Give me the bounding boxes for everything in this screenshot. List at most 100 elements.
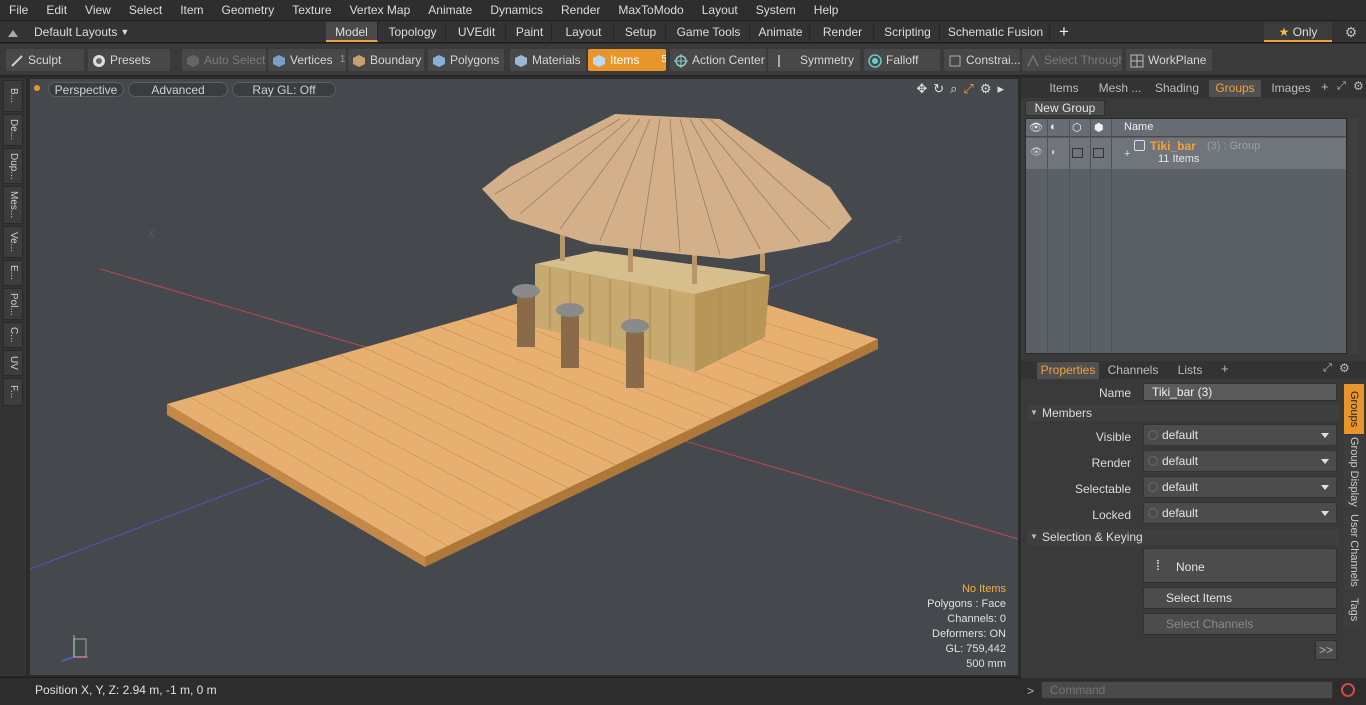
visible-dropdown[interactable]: default bbox=[1143, 424, 1337, 446]
workplane-button[interactable]: WorkPlane bbox=[1126, 49, 1212, 71]
tab-paint[interactable]: Paint bbox=[508, 22, 552, 42]
constraints-button[interactable]: Constrai... bbox=[944, 49, 1020, 71]
rotate-view-icon[interactable]: ↻ bbox=[933, 81, 944, 97]
tab-topology[interactable]: Topology bbox=[380, 22, 446, 42]
tab-model[interactable]: Model bbox=[326, 22, 378, 42]
select-items-button[interactable]: Select Items bbox=[1143, 587, 1337, 609]
eye-icon[interactable]: 👁 bbox=[1029, 121, 1043, 134]
add-lower-tab-button[interactable]: + bbox=[1221, 361, 1229, 376]
menu-help[interactable]: Help bbox=[805, 0, 848, 21]
symmetry-button[interactable]: Symmetry bbox=[768, 49, 860, 71]
menu-geometry[interactable]: Geometry bbox=[213, 0, 284, 21]
perspective-view-button[interactable]: Perspective bbox=[48, 82, 124, 97]
tab-layout[interactable]: Layout bbox=[554, 22, 614, 42]
left-tab-duplicate[interactable]: Dup... bbox=[3, 148, 23, 184]
viewport-gear-icon[interactable]: ⚙ bbox=[980, 81, 992, 97]
menu-dynamics[interactable]: Dynamics bbox=[481, 0, 552, 21]
tab-animate[interactable]: Animate bbox=[752, 22, 810, 42]
select-channels-button[interactable]: Select Channels bbox=[1143, 613, 1337, 635]
viewport-more-icon[interactable]: ▸ bbox=[997, 81, 1004, 97]
falloff-button[interactable]: Falloff bbox=[864, 49, 940, 71]
side-tab-group-display[interactable]: Group Display bbox=[1344, 436, 1364, 508]
menu-layout[interactable]: Layout bbox=[693, 0, 747, 21]
expand-lower-panel-icon[interactable]: ⤢ bbox=[1323, 362, 1332, 375]
3d-viewport[interactable]: X Z Perspective Advanced Ray GL: Off ✥ ↻… bbox=[30, 79, 1018, 675]
tab-groups[interactable]: Groups bbox=[1209, 80, 1261, 97]
row-render-icon[interactable]: ◐ bbox=[1051, 147, 1057, 158]
add-panel-tab-button[interactable]: + bbox=[1321, 79, 1329, 94]
menu-maxtomodo[interactable]: MaxToModo bbox=[609, 0, 692, 21]
render-icon[interactable]: ◐ bbox=[1050, 121, 1057, 133]
items-button[interactable]: Items 5 bbox=[588, 49, 666, 71]
name-field[interactable]: Tiki_bar (3) bbox=[1143, 383, 1337, 401]
tab-game-tools[interactable]: Game Tools bbox=[668, 22, 750, 42]
none-button[interactable]: ⁞ None bbox=[1143, 548, 1337, 583]
viewport-options-icon[interactable] bbox=[34, 85, 40, 91]
menu-system[interactable]: System bbox=[747, 0, 805, 21]
side-tab-groups[interactable]: Groups bbox=[1344, 384, 1364, 434]
row-eye-icon[interactable]: 👁 bbox=[1030, 147, 1043, 158]
tab-properties[interactable]: Properties bbox=[1037, 362, 1099, 379]
members-section[interactable]: ▼ Members bbox=[1027, 405, 1339, 421]
new-group-button[interactable]: New Group bbox=[1025, 100, 1105, 116]
menu-texture[interactable]: Texture bbox=[283, 0, 340, 21]
menu-edit[interactable]: Edit bbox=[37, 0, 76, 21]
menu-render[interactable]: Render bbox=[552, 0, 609, 21]
zoom-view-icon[interactable]: ⌕ bbox=[950, 81, 957, 97]
render-dropdown[interactable]: default bbox=[1143, 450, 1337, 472]
side-tab-tags[interactable]: Tags bbox=[1344, 592, 1364, 628]
selection-keying-section[interactable]: ▼ Selection & Keying bbox=[1027, 529, 1339, 545]
shading-mode-button[interactable]: Advanced bbox=[128, 82, 228, 97]
auto-select-button[interactable]: Auto Select bbox=[182, 49, 266, 71]
left-tab-mesh-edit[interactable]: Mes... bbox=[3, 186, 23, 224]
tab-shading[interactable]: Shading bbox=[1151, 80, 1203, 97]
tab-lists[interactable]: Lists bbox=[1167, 362, 1213, 379]
tab-channels[interactable]: Channels bbox=[1105, 362, 1161, 379]
groups-scrollbar[interactable] bbox=[1349, 118, 1359, 354]
only-toggle[interactable]: ★ Only bbox=[1264, 22, 1332, 42]
boundary-button[interactable]: Boundary bbox=[348, 49, 424, 71]
layouts-dropdown[interactable]: Default Layouts ▼ bbox=[0, 21, 129, 43]
fit-view-icon[interactable]: ⤢ bbox=[963, 81, 973, 97]
lock-icon[interactable]: ⬡ bbox=[1072, 121, 1082, 134]
left-tab-uv[interactable]: UV bbox=[3, 350, 23, 376]
row-select-checkbox[interactable] bbox=[1093, 148, 1104, 158]
tab-mesh[interactable]: Mesh ... bbox=[1093, 80, 1147, 97]
materials-button[interactable]: Materials bbox=[510, 49, 586, 71]
polygons-button[interactable]: Polygons bbox=[428, 49, 504, 71]
add-tab-button[interactable]: + bbox=[1054, 21, 1074, 43]
name-column-header[interactable]: Name bbox=[1124, 121, 1153, 133]
presets-button[interactable]: Presets bbox=[88, 49, 170, 71]
panel-gear-icon[interactable]: ⚙ bbox=[1353, 79, 1364, 93]
select-icon[interactable]: ⬢ bbox=[1094, 121, 1104, 134]
command-input[interactable] bbox=[1041, 681, 1333, 699]
tab-images[interactable]: Images bbox=[1267, 80, 1315, 97]
menu-animate[interactable]: Animate bbox=[419, 0, 481, 21]
menu-vertex-map[interactable]: Vertex Map bbox=[341, 0, 420, 21]
row-lock-checkbox[interactable] bbox=[1072, 148, 1083, 158]
left-tab-polygon[interactable]: Pol... bbox=[3, 288, 23, 320]
tab-scripting[interactable]: Scripting bbox=[876, 22, 940, 42]
more-button[interactable]: >> bbox=[1315, 640, 1337, 660]
menu-select[interactable]: Select bbox=[120, 0, 171, 21]
left-tab-fusion[interactable]: F... bbox=[3, 378, 23, 406]
sculpt-button[interactable]: Sculpt bbox=[6, 49, 84, 71]
action-center-button[interactable]: Action Center bbox=[670, 49, 766, 71]
side-tab-user-channels[interactable]: User Channels bbox=[1344, 510, 1364, 590]
move-view-icon[interactable]: ✥ bbox=[916, 81, 927, 97]
record-macro-icon[interactable] bbox=[1341, 683, 1355, 697]
ray-gl-button[interactable]: Ray GL: Off bbox=[232, 82, 336, 97]
left-tab-edge[interactable]: E... bbox=[3, 260, 23, 286]
menu-view[interactable]: View bbox=[76, 0, 120, 21]
left-tab-deform[interactable]: De... bbox=[3, 114, 23, 146]
selectable-dropdown[interactable]: default bbox=[1143, 476, 1337, 498]
expand-panel-icon[interactable]: ⤢ bbox=[1337, 80, 1346, 93]
vertices-button[interactable]: Vertices 1 bbox=[268, 49, 346, 71]
tab-render[interactable]: Render bbox=[812, 22, 874, 42]
expand-icon[interactable]: + bbox=[1124, 148, 1130, 160]
left-tab-curve[interactable]: C... bbox=[3, 322, 23, 348]
left-tab-vertex[interactable]: Ve... bbox=[3, 226, 23, 258]
locked-dropdown[interactable]: default bbox=[1143, 502, 1337, 524]
tab-items[interactable]: Items bbox=[1039, 80, 1089, 97]
menu-item[interactable]: Item bbox=[171, 0, 212, 21]
